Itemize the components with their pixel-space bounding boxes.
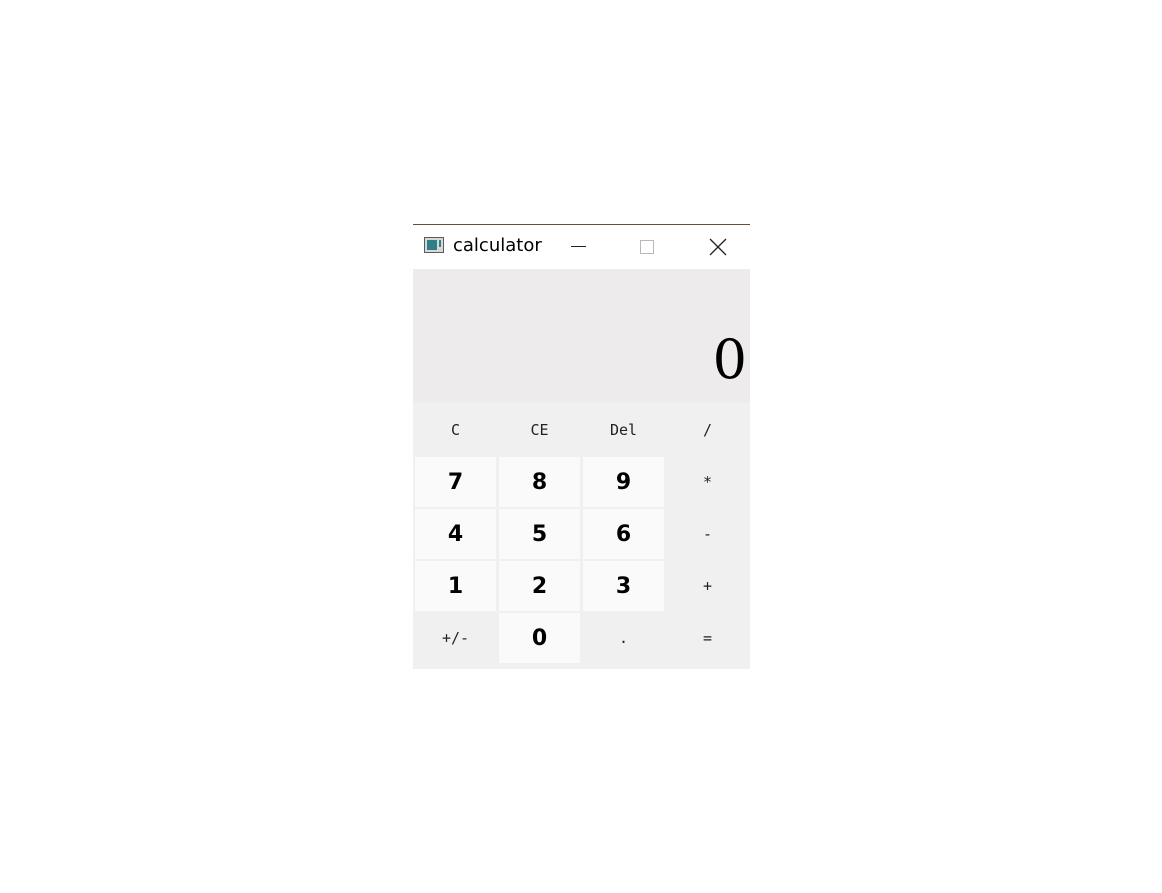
negate-button[interactable]: +/-: [415, 613, 496, 663]
delete-button[interactable]: Del: [583, 405, 664, 455]
divide-button[interactable]: /: [667, 405, 748, 455]
clear-button[interactable]: C: [415, 405, 496, 455]
digit-3-button[interactable]: 3: [583, 561, 664, 611]
maximize-button[interactable]: [624, 225, 670, 269]
subtract-button[interactable]: -: [667, 509, 748, 559]
maximize-icon: [640, 240, 654, 254]
digit-0-button[interactable]: 0: [499, 613, 580, 663]
digit-7-button[interactable]: 7: [415, 457, 496, 507]
clear-entry-button[interactable]: CE: [499, 405, 580, 455]
close-icon: [709, 238, 727, 256]
app-icon-screen: [427, 240, 437, 250]
title-bar[interactable]: calculator: [413, 225, 750, 269]
add-button[interactable]: +: [667, 561, 748, 611]
digit-6-button[interactable]: 6: [583, 509, 664, 559]
digit-4-button[interactable]: 4: [415, 509, 496, 559]
app-icon: [424, 237, 444, 253]
digit-9-button[interactable]: 9: [583, 457, 664, 507]
digit-5-button[interactable]: 5: [499, 509, 580, 559]
multiply-button[interactable]: *: [667, 457, 748, 507]
app-icon-bar: [439, 240, 441, 247]
minimize-icon: [571, 246, 586, 247]
calculator-window: calculator 0 C CE Del / 7 8 9 * 4 5 6 -: [413, 224, 750, 669]
display-panel: 0: [413, 269, 750, 403]
display-value: 0: [712, 328, 747, 391]
window-title: calculator: [453, 235, 542, 256]
digit-8-button[interactable]: 8: [499, 457, 580, 507]
digit-2-button[interactable]: 2: [499, 561, 580, 611]
equals-button[interactable]: =: [667, 613, 748, 663]
minimize-button[interactable]: [555, 225, 601, 269]
decimal-button[interactable]: .: [583, 613, 664, 663]
close-button[interactable]: [695, 225, 741, 269]
digit-1-button[interactable]: 1: [415, 561, 496, 611]
